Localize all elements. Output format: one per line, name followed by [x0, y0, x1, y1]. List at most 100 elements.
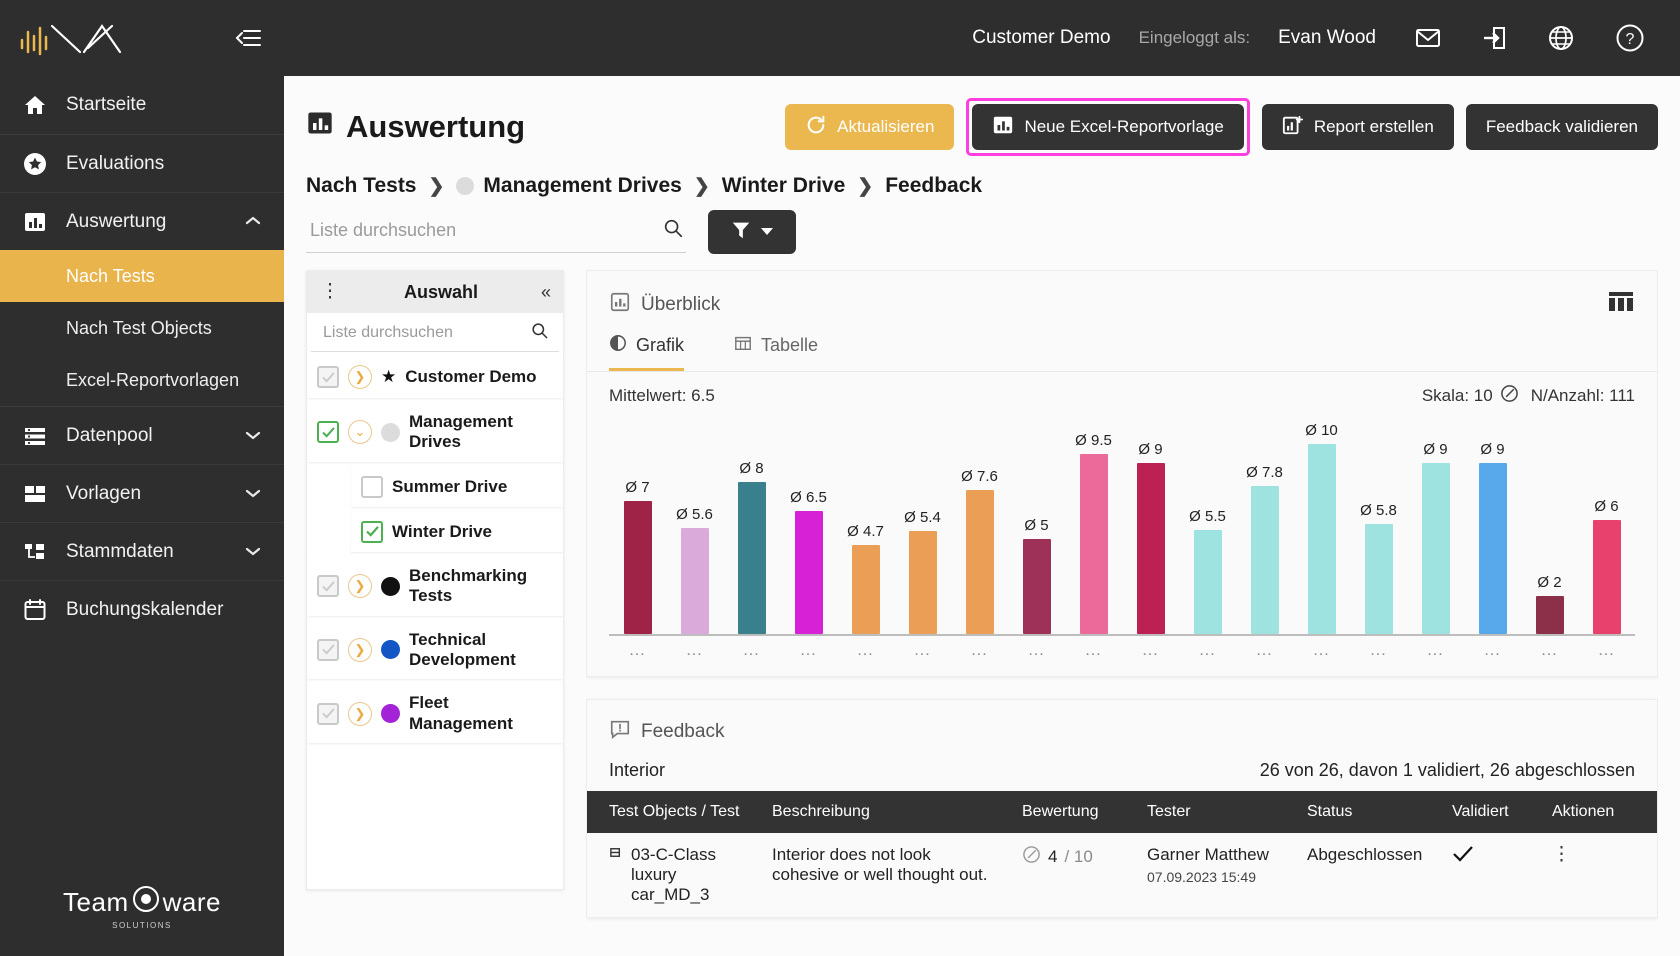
refresh-button[interactable]: Aktualisieren [785, 104, 955, 150]
bar-group[interactable]: Ø 9 [1122, 416, 1179, 634]
tree-node-management-drives[interactable]: ⌄ Management Drives [307, 403, 563, 462]
bar-group[interactable]: Ø 5.8 [1350, 416, 1407, 634]
table-row[interactable]: 03-C-Class luxury car_MD_3 Interior does… [587, 833, 1657, 917]
checkbox-partial[interactable] [317, 575, 339, 598]
checkbox-partial[interactable] [317, 638, 339, 661]
mail-icon[interactable] [1414, 24, 1442, 52]
bar[interactable] [1079, 453, 1108, 634]
validate-feedback-button[interactable]: Feedback validieren [1465, 104, 1658, 150]
help-icon[interactable]: ? [1614, 22, 1646, 54]
expand-chevron-icon[interactable]: ❯ [348, 574, 372, 599]
tab-tabelle[interactable]: Tabelle [734, 334, 818, 371]
tab-grafik[interactable]: Grafik [609, 334, 685, 371]
list-search-box[interactable] [306, 211, 686, 253]
breadcrumb-item-management-drives[interactable]: Management Drives [456, 174, 682, 198]
breadcrumb-item-nach-tests[interactable]: Nach Tests [306, 174, 417, 198]
filter-button[interactable] [708, 210, 796, 254]
new-excel-report-template-button[interactable]: Neue Excel-Reportvorlage [972, 104, 1244, 150]
collapse-sidebar-icon[interactable] [234, 27, 262, 49]
sidebar-item-nach-test-objects[interactable]: Nach Test Objects [0, 302, 284, 354]
bar-group[interactable]: Ø 6 [1578, 416, 1635, 634]
bar-group[interactable]: Ø 9 [1407, 416, 1464, 634]
sidebar-item-vorlagen[interactable]: Vorlagen [0, 464, 284, 522]
bar[interactable] [1022, 539, 1051, 634]
bar[interactable] [1535, 596, 1564, 634]
bar-group[interactable]: Ø 8 [723, 416, 780, 634]
bar-group[interactable]: Ø 7 [609, 416, 666, 634]
bar-group[interactable]: Ø 2 [1521, 416, 1578, 634]
selection-search-box[interactable] [311, 313, 559, 352]
bar[interactable] [1364, 523, 1393, 634]
bar[interactable] [1136, 463, 1165, 634]
bar[interactable] [1250, 485, 1279, 634]
feedback-card: Feedback Interior 26 von 26, davon 1 val… [586, 699, 1658, 918]
search-icon[interactable] [662, 217, 684, 244]
bar[interactable] [1478, 463, 1507, 634]
globe-icon[interactable] [1546, 23, 1576, 53]
x-axis-tick-label: ... [914, 642, 931, 659]
double-chevron-left-icon[interactable]: « [541, 282, 551, 303]
bar-group[interactable]: Ø 5 [1008, 416, 1065, 634]
tree-node-winter-drive[interactable]: Winter Drive [351, 511, 563, 552]
sidebar-item-auswertung[interactable]: Auswertung [0, 192, 284, 250]
checkbox-partial[interactable] [317, 366, 339, 388]
expand-chevron-icon[interactable]: ❯ [348, 637, 372, 662]
bar-group[interactable]: Ø 7.8 [1236, 416, 1293, 634]
columns-icon[interactable] [1607, 289, 1635, 320]
search-icon[interactable] [530, 321, 549, 345]
bar[interactable] [1592, 520, 1621, 634]
page-header: Auswertung Aktualisieren Neue Excel-Repo… [284, 76, 1680, 254]
sidebar-item-stammdaten[interactable]: Stammdaten [0, 522, 284, 580]
create-report-button[interactable]: Report erstellen [1261, 104, 1454, 150]
logout-icon[interactable] [1480, 24, 1508, 52]
kebab-menu-icon[interactable]: ⋮ [1552, 844, 1571, 865]
tree-node-customer-demo[interactable]: ❯ ★ Customer Demo [307, 356, 563, 398]
expand-chevron-icon[interactable]: ❯ [348, 365, 372, 389]
bar-group[interactable]: Ø 5.4 [894, 416, 951, 634]
bar[interactable] [794, 510, 823, 634]
bar-group[interactable]: Ø 9 [1464, 416, 1521, 634]
bar-group[interactable]: Ø 9.5 [1065, 416, 1122, 634]
bar-group[interactable]: Ø 7.6 [951, 416, 1008, 634]
expand-chevron-icon[interactable]: ❯ [348, 701, 372, 726]
bar-group[interactable]: Ø 5.6 [666, 416, 723, 634]
sidebar-sub-label: Nach Test Objects [66, 317, 212, 338]
sidebar-item-nach-tests[interactable]: Nach Tests [0, 250, 284, 302]
collapse-chevron-icon[interactable]: ⌄ [348, 420, 372, 445]
breadcrumb-item-winter-drive[interactable]: Winter Drive [722, 174, 846, 198]
chevron-down-icon [244, 425, 262, 447]
bar[interactable] [1307, 444, 1336, 634]
checkbox-checked-partial[interactable] [317, 421, 339, 444]
checkbox-empty[interactable] [361, 475, 383, 498]
sidebar-item-datenpool[interactable]: Datenpool [0, 406, 284, 464]
checkbox-checked[interactable] [361, 520, 383, 543]
checkbox-partial[interactable] [317, 702, 339, 725]
bar[interactable] [737, 482, 766, 634]
selection-panel-title: Auswahl [403, 281, 478, 302]
sidebar-item-excel-reportvorlagen[interactable]: Excel-Reportvorlagen [0, 354, 284, 406]
bar[interactable] [908, 531, 937, 634]
sidebar-item-evaluations[interactable]: Evaluations [0, 134, 284, 192]
bar[interactable] [680, 527, 709, 634]
bar-group[interactable]: Ø 10 [1293, 416, 1350, 634]
sidebar-item-buchungskalender[interactable]: Buchungskalender [0, 580, 284, 638]
sidebar-item-startseite[interactable]: Startseite [0, 76, 284, 134]
breadcrumb-item-feedback[interactable]: Feedback [885, 174, 982, 198]
tree-node-technical-development[interactable]: ❯ Technical Development [307, 620, 563, 680]
bar[interactable] [1421, 463, 1450, 634]
x-axis-tick-label: ... [1598, 642, 1615, 659]
bar-group[interactable]: Ø 4.7 [837, 416, 894, 634]
bar-group[interactable]: Ø 6.5 [780, 416, 837, 634]
kebab-menu-icon[interactable]: ⋮ [319, 282, 341, 301]
bar[interactable] [965, 489, 994, 634]
x-axis-tick-label: ... [1541, 642, 1558, 659]
search-input[interactable] [310, 220, 662, 241]
bar[interactable] [623, 501, 652, 634]
bar-group[interactable]: Ø 5.5 [1179, 416, 1236, 634]
tree-node-benchmarking-tests[interactable]: ❯ Benchmarking Tests [307, 556, 563, 616]
tree-node-summer-drive[interactable]: Summer Drive [351, 466, 563, 507]
selection-search-input[interactable] [323, 324, 530, 342]
bar[interactable] [1193, 529, 1222, 634]
tree-node-fleet-management[interactable]: ❯ Fleet Management [307, 684, 563, 744]
bar[interactable] [851, 544, 880, 634]
